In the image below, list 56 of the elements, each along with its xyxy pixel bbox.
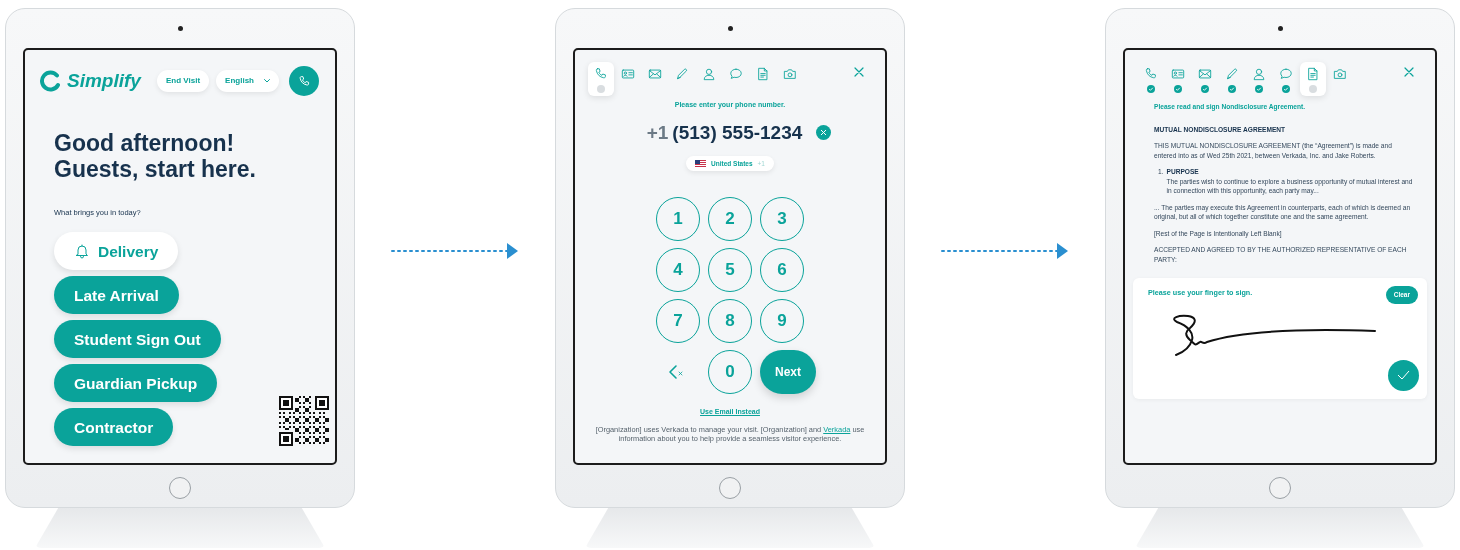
phone-number-field: (513) 555-1234	[672, 118, 803, 147]
chat-bubble-icon	[729, 67, 743, 81]
person-icon	[1252, 67, 1266, 81]
visit-reason-button[interactable]: Delivery	[54, 232, 179, 271]
id-card-icon	[621, 67, 635, 81]
confirm-button[interactable]	[1388, 359, 1419, 391]
check-circle-icon	[1201, 85, 1209, 93]
close-button[interactable]	[1404, 67, 1414, 77]
flag-icon	[695, 160, 706, 167]
qr-code-icon	[279, 396, 329, 447]
end-visit-button[interactable]: End Visit	[157, 70, 210, 92]
document-icon	[756, 67, 770, 81]
person-icon	[702, 67, 716, 81]
close-icon	[1404, 67, 1414, 77]
clear-icon	[816, 125, 832, 141]
pen-icon	[1225, 67, 1239, 81]
step-tab[interactable]	[588, 62, 614, 96]
envelope-icon	[1198, 67, 1212, 81]
phone-icon	[297, 74, 311, 88]
close-button[interactable]	[854, 67, 864, 77]
camera-icon	[1333, 67, 1347, 81]
phone-icon	[594, 67, 608, 81]
check-circle-icon	[1282, 85, 1290, 93]
check-circle-icon	[1174, 85, 1182, 93]
logo-icon	[39, 70, 61, 92]
camera-dot	[1277, 26, 1283, 31]
country-code-text: +1	[646, 120, 669, 145]
chat-bubble-icon	[1279, 67, 1293, 81]
visit-reason-button[interactable]: Contractor	[54, 408, 174, 447]
logo-text: Simplify	[67, 68, 141, 93]
check-icon	[1397, 370, 1410, 381]
id-card-icon	[1171, 67, 1185, 81]
document-icon	[1306, 67, 1320, 81]
chevron-down-icon	[264, 79, 270, 83]
clear-button[interactable]	[816, 125, 832, 141]
visit-reason-button[interactable]: Student Sign Out	[54, 320, 221, 359]
language-dropdown[interactable]: English	[216, 70, 279, 92]
status-dot	[597, 85, 605, 93]
greeting-heading: Good afternoon! Guests, start here.	[54, 130, 257, 183]
envelope-icon	[648, 67, 662, 81]
close-icon	[854, 67, 864, 77]
camera-icon	[783, 67, 797, 81]
visit-reason-button[interactable]: Guardian Pickup	[54, 364, 218, 403]
call-button[interactable]	[289, 66, 319, 96]
check-circle-icon	[1228, 85, 1236, 93]
camera-dot	[177, 26, 183, 31]
status-dot	[1309, 85, 1317, 93]
pen-icon	[675, 67, 689, 81]
check-circle-icon	[1255, 85, 1263, 93]
check-circle-icon	[1147, 85, 1155, 93]
visit-reason-button[interactable]: Late Arrival	[54, 276, 179, 315]
step-tab[interactable]	[1300, 62, 1326, 96]
camera-dot	[727, 26, 733, 31]
bell-icon	[74, 243, 90, 260]
phone-icon	[1144, 67, 1158, 81]
next-button[interactable]: Next	[760, 350, 816, 394]
